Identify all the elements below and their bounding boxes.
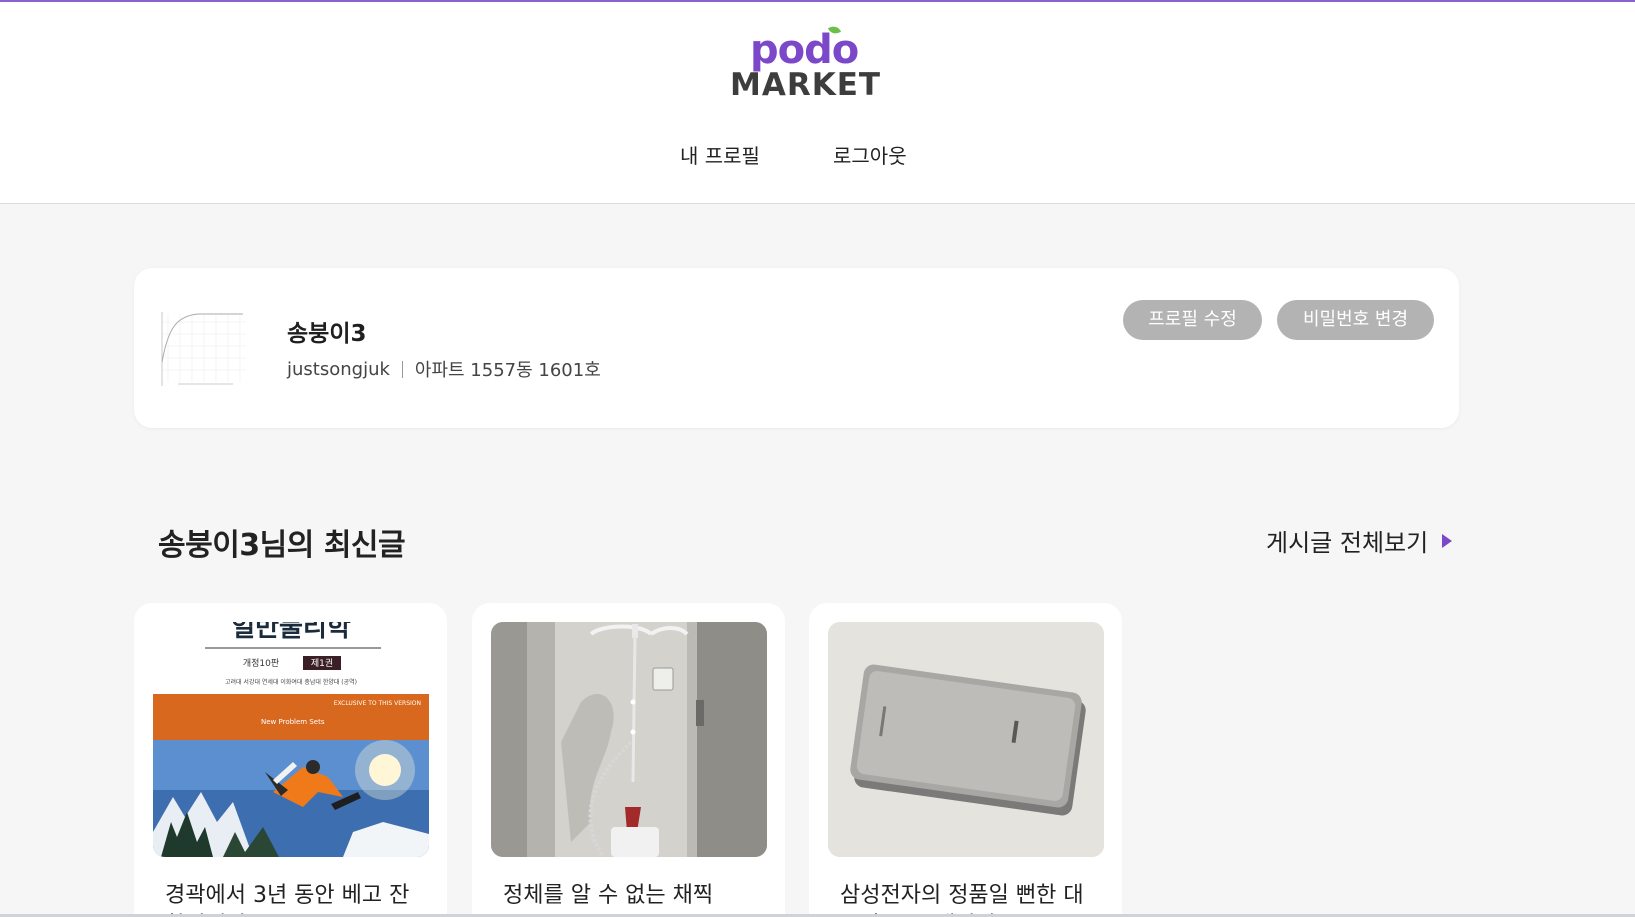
book-exclusive-text: EXCLUSIVE TO THIS VERSION (334, 700, 421, 707)
nav-logout[interactable]: 로그아웃 (833, 140, 907, 169)
view-all-posts-link[interactable]: 게시글 전체보기 (1266, 523, 1453, 558)
main-nav: 내 프로필 로그아웃 (0, 140, 1635, 170)
post-card[interactable]: 정체를 알 수 없는 채찍 (472, 603, 785, 917)
avatar-chart-image (158, 304, 248, 390)
post-thumbnail: 일반물리학 개정10판 제1권 고려대 서강대 연세대 이화여대 충남대 한양대… (153, 622, 429, 857)
physics-textbook-cover-image: 일반물리학 개정10판 제1권 고려대 서강대 연세대 이화여대 충남대 한양대… (153, 622, 429, 857)
view-all-label: 게시글 전체보기 (1266, 529, 1429, 557)
profile-username: justsongjuk (287, 358, 390, 380)
book-title-text: 일반물리학 (231, 622, 351, 643)
podo-market-logo[interactable]: podo MARKET (728, 24, 880, 102)
book-volume-text: 제1권 (311, 657, 333, 669)
post-title: 삼성전자의 정품일 뻔한 대용량 보조 배터리 (840, 883, 1084, 917)
profile-address: 아파트 1557동 1601호 (414, 360, 601, 381)
post-thumbnail (491, 622, 767, 857)
play-arrow-icon (1442, 533, 1453, 548)
book-new-problems-text: New Problem Sets (261, 718, 325, 726)
power-bank-photo-image (828, 622, 1104, 857)
profile-meta: justsongjuk 아파트 1557동 1601호 (287, 356, 601, 382)
avatar (158, 304, 248, 390)
post-card[interactable]: 삼성전자의 정품일 뻔한 대용량 보조 배터리 (809, 603, 1122, 917)
post-card[interactable]: 일반물리학 개정10판 제1권 고려대 서강대 연세대 이화여대 충남대 한양대… (134, 603, 447, 917)
edit-profile-button[interactable]: 프로필 수정 (1123, 300, 1262, 340)
post-title: 정체를 알 수 없는 채찍 (503, 883, 714, 908)
post-thumbnail (828, 622, 1104, 857)
book-edition-text: 개정10판 (243, 658, 279, 669)
book-translators-text: 고려대 서강대 연세대 이화여대 충남대 한양대 (공역) (225, 678, 357, 686)
site-header: podo MARKET 내 프로필 로그아웃 (0, 2, 1635, 204)
nav-my-profile[interactable]: 내 프로필 (680, 140, 760, 169)
logo-wordmark-podo: podo (750, 27, 859, 73)
garment-steamer-photo-image (491, 622, 767, 857)
change-password-button[interactable]: 비밀번호 변경 (1277, 300, 1434, 340)
profile-card: 송붕이3 justsongjuk 아파트 1557동 1601호 프로필 수정 … (134, 268, 1459, 428)
logo-wordmark-market: MARKET (730, 67, 882, 103)
recent-posts-title: 송붕이3님의 최신글 (158, 528, 406, 563)
meta-divider (401, 360, 403, 378)
profile-nickname: 송붕이3 (287, 321, 367, 347)
post-title: 경곽에서 3년 동안 베고 잔 할리데이 (165, 883, 410, 917)
